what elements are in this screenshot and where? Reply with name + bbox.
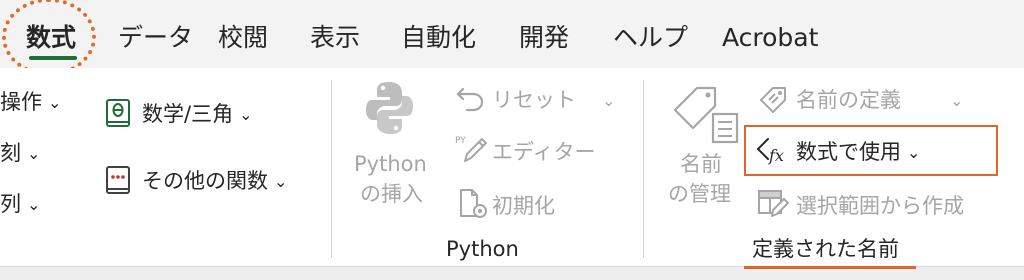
python-logo-icon [365,80,413,140]
defined-names-highlight-underline [744,266,916,269]
math-trig-label: 数学/三角 [142,102,234,126]
more-functions-label: その他の関数 [142,169,268,193]
tab-acrobat[interactable]: Acrobat [722,20,818,56]
define-name-dropdown-chevron[interactable]: ⌄ [944,86,963,115]
defined-names-group-label: 定義された名前 [752,237,899,261]
group-separator [331,80,332,258]
chevron-down-icon: ⌄ [950,91,964,110]
initialize-button[interactable]: 初期化 [492,192,555,220]
create-from-selection-label: 選択範囲から作成 [796,194,964,218]
python-group-label: Python [446,237,519,261]
use-in-formula-icon: fx [756,136,790,170]
active-tab-indicator [29,56,77,60]
reset-icon [455,85,485,117]
python-editor-label: エディター [492,140,596,164]
use-in-formula-label: 数式で使用 [796,140,901,164]
tab-help[interactable]: ヘルプ [613,20,688,56]
tab-review[interactable]: 校閲 [218,20,268,56]
math-trig-icon [104,98,132,134]
python-insert-label-line1[interactable]: Python [354,150,427,178]
tab-data[interactable]: データ [118,20,193,56]
name-manager-icon [671,80,741,150]
python-editor-icon: PY [455,133,489,169]
partial-logical-label: 操作 [0,90,42,114]
partial-datetime-button[interactable]: 刻 ⌄ [0,139,40,168]
create-from-selection-button[interactable]: 選択範囲から作成 [796,192,964,220]
chevron-down-icon: ⌄ [48,93,62,112]
chevron-down-icon: ⌄ [27,144,41,163]
chevron-down-icon: ⌄ [907,143,921,162]
tab-view[interactable]: 表示 [310,20,360,56]
define-name-icon [758,84,790,118]
initialize-icon [458,188,488,224]
reset-label: リセット [492,88,576,112]
chevron-down-icon: ⌄ [27,195,41,214]
tab-formulas[interactable]: 数式 [26,20,76,56]
reset-dropdown-chevron[interactable]: ⌄ [596,86,615,115]
python-editor-button[interactable]: エディター [492,138,596,166]
partial-logical-button[interactable]: 操作 ⌄ [0,88,61,117]
define-name-label: 名前の定義 [796,88,901,112]
use-in-formula-button[interactable]: 数式で使用 ⌄ [796,138,920,167]
partial-lookup-label: 列 [0,192,21,216]
name-manager-label-line1[interactable]: 名前 [680,150,722,178]
group-separator [643,80,644,258]
svg-text:fx: fx [768,146,784,165]
initialize-label: 初期化 [492,194,555,218]
define-name-button[interactable]: 名前の定義 [796,86,901,114]
svg-text:PY: PY [455,136,466,146]
chevron-down-icon: ⌄ [274,172,288,191]
partial-lookup-button[interactable]: 列 ⌄ [0,190,40,219]
tab-developer[interactable]: 開発 [519,20,569,56]
math-trig-button[interactable]: 数学/三角 ⌄ [142,100,252,129]
more-functions-icon [104,165,132,201]
create-from-selection-icon [756,188,790,222]
chevron-down-icon: ⌄ [239,105,253,124]
partial-datetime-label: 刻 [0,141,21,165]
more-functions-button[interactable]: その他の関数 ⌄ [142,167,287,196]
name-manager-label-line2[interactable]: の管理 [668,180,731,208]
python-insert-label-line2[interactable]: の挿入 [360,180,423,208]
ribbon-tab-bar: 数式 データ 校閲 表示 自動化 開発 ヘルプ Acrobat [0,0,1024,76]
reset-button[interactable]: リセット [492,86,576,114]
tab-automate[interactable]: 自動化 [401,20,476,56]
chevron-down-icon: ⌄ [602,91,616,110]
